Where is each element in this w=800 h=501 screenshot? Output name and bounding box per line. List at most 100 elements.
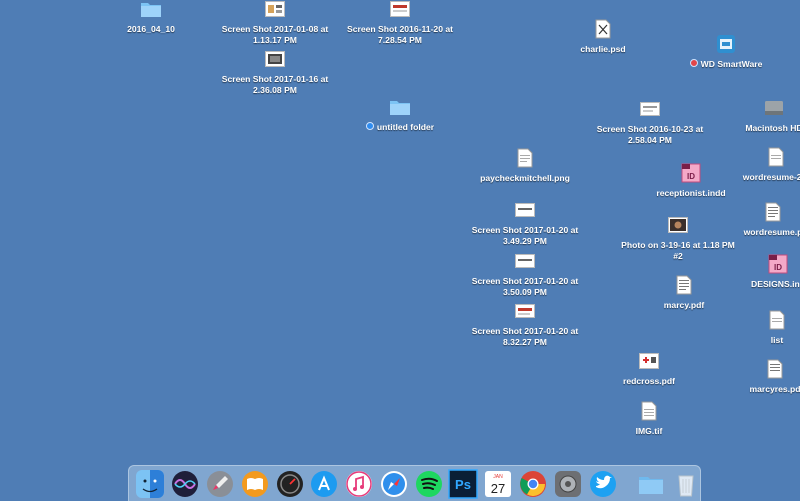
icon-label: untitled folder xyxy=(365,122,434,133)
document-icon xyxy=(763,144,789,170)
compass-icon xyxy=(380,470,407,497)
desktop-icon-screenshot-2017-01-16[interactable]: Screen Shot 2017-01-16 at 2.36.08 PM xyxy=(210,46,340,96)
desktop-icon-list[interactable]: list xyxy=(712,307,800,346)
dock-downloads-folder[interactable] xyxy=(636,468,666,500)
icon-label: Screen Shot 2017-01-20 at 8.32.27 PM xyxy=(471,326,579,347)
dock-spotify[interactable] xyxy=(414,468,444,500)
indesign-file-icon: ID xyxy=(765,251,791,277)
document-icon xyxy=(636,398,662,424)
document-icon xyxy=(764,307,790,333)
dock-chrome[interactable] xyxy=(518,468,548,500)
folder-icon xyxy=(138,0,164,22)
dock-photoshop[interactable]: Ps xyxy=(448,468,479,500)
bird-icon xyxy=(589,470,616,497)
dock-launchpad[interactable] xyxy=(205,468,235,500)
icon-label: DESIGNS.ind xyxy=(751,279,800,289)
icon-label: Screen Shot 2017-01-08 at 1.13.17 PM xyxy=(221,24,329,45)
dashboard-icon xyxy=(276,470,303,497)
document-icon xyxy=(512,145,538,171)
desktop-icon-marcyres-pdf[interactable]: marcyres.pd xyxy=(710,356,800,395)
icon-label: marcy.pdf xyxy=(663,300,705,310)
icon-label: Screen Shot 2016-10-23 at 2.58.04 PM xyxy=(596,124,704,145)
spotify-icon xyxy=(415,470,442,497)
desktop-icon-2016-04-10[interactable]: 2016_04_10 xyxy=(86,0,216,35)
blue-tag-icon xyxy=(365,122,374,130)
desktop-icon-screenshot-2017-01-20-350[interactable]: Screen Shot 2017-01-20 at 3.50.09 PM xyxy=(460,248,590,298)
book-icon xyxy=(241,470,268,497)
screenshot-thumbnail-icon xyxy=(262,0,288,22)
screenshot-thumbnail-icon xyxy=(637,96,663,122)
dock-twitter[interactable] xyxy=(588,468,618,500)
icon-label: WD SmartWare xyxy=(689,59,762,70)
dock-calendar[interactable]: JAN 27 xyxy=(483,468,513,500)
photoshop-icon: Ps xyxy=(448,468,479,499)
icon-label: paycheckmitchell.png xyxy=(480,173,570,183)
indesign-file-icon: ID xyxy=(678,160,704,186)
icon-label: list xyxy=(770,335,784,345)
app-store-icon xyxy=(311,470,338,497)
dock-siri[interactable] xyxy=(170,468,200,500)
trash-icon xyxy=(678,475,694,496)
music-note-icon xyxy=(346,470,373,497)
svg-text:Ps: Ps xyxy=(455,477,471,492)
dock-trash[interactable] xyxy=(671,468,701,500)
desktop-icon-img-tif[interactable]: IMG.tif xyxy=(584,398,714,437)
folder-icon xyxy=(387,94,413,120)
dock-app-store[interactable] xyxy=(309,468,339,500)
screenshot-thumbnail-icon xyxy=(262,46,288,72)
dock-safari[interactable] xyxy=(379,468,409,500)
svg-text:ID: ID xyxy=(774,263,782,272)
dock-itunes[interactable] xyxy=(344,468,374,500)
icon-label: Screen Shot 2017-01-16 at 2.36.08 PM xyxy=(221,74,329,95)
desktop-icon-redcross-pdf[interactable]: redcross.pdf xyxy=(584,348,714,387)
icon-label: 2016_04_10 xyxy=(127,24,175,34)
screenshot-thumbnail-icon xyxy=(387,0,413,22)
desktop-icon-screenshot-2016-11-20[interactable]: Screen Shot 2016-11-20 at 7.28.54 PM xyxy=(335,0,465,46)
desktop-icon-untitled-folder[interactable]: untitled folder xyxy=(335,94,465,133)
svg-text:JAN: JAN xyxy=(493,474,503,480)
desktop-icon-screenshot-2016-10-23[interactable]: Screen Shot 2016-10-23 at 2.58.04 PM xyxy=(585,96,715,146)
desktop-icon-charlie-psd[interactable]: charlie.psd xyxy=(538,16,668,55)
screenshot-thumbnail-icon xyxy=(512,298,538,324)
icon-label: Screen Shot 2017-01-20 at 3.49.29 PM xyxy=(471,225,579,246)
chrome-icon xyxy=(519,470,546,497)
psd-file-icon xyxy=(590,16,616,42)
desktop-icon-screenshot-2017-01-20-832[interactable]: Screen Shot 2017-01-20 at 8.32.27 PM xyxy=(460,298,590,348)
icon-label: Screen Shot 2017-01-20 at 3.50.09 PM xyxy=(471,276,579,297)
rocket-icon xyxy=(206,470,233,497)
dock-finder[interactable] xyxy=(135,468,165,500)
desktop[interactable]: 2016_04_10 Screen Shot 2017-01-08 at 1.1… xyxy=(0,0,800,501)
dock-dashboard[interactable] xyxy=(275,468,305,500)
calendar-icon: JAN 27 xyxy=(485,470,512,497)
siri-icon xyxy=(172,470,199,497)
desktop-icon-wd-smartware[interactable]: WD SmartWare xyxy=(661,31,791,70)
gear-icon xyxy=(554,470,581,497)
red-blue-tag-icon xyxy=(689,59,698,67)
photo-thumbnail-icon xyxy=(665,212,691,238)
dock-ibooks[interactable] xyxy=(240,468,270,500)
finder-icon xyxy=(136,469,165,498)
pdf-file-icon xyxy=(671,272,697,298)
pdf-file-icon xyxy=(762,356,788,382)
folder-icon xyxy=(639,476,664,494)
desktop-icon-paycheckmitchell-png[interactable]: paycheckmitchell.png xyxy=(460,145,590,184)
dock-system-preferences[interactable] xyxy=(553,468,583,500)
desktop-icon-screenshot-2017-01-08[interactable]: Screen Shot 2017-01-08 at 1.13.17 PM xyxy=(210,0,340,46)
icon-label: Screen Shot 2016-11-20 at 7.28.54 PM xyxy=(346,24,454,45)
icon-label: receptionist.indd xyxy=(656,188,726,198)
wd-smartware-app-icon xyxy=(713,31,739,57)
icon-label: IMG.tif xyxy=(635,426,663,436)
desktop-icon-wordresume-2[interactable]: wordresume-2.d xyxy=(711,144,800,183)
icon-label: wordresume.p xyxy=(743,227,800,237)
desktop-icon-screenshot-2017-01-20-349[interactable]: Screen Shot 2017-01-20 at 3.49.29 PM xyxy=(460,197,590,247)
redcross-pdf-icon xyxy=(636,348,662,374)
dock: Ps JAN 27 xyxy=(128,465,701,501)
screenshot-thumbnail-icon xyxy=(512,197,538,223)
pdf-file-icon xyxy=(760,199,786,225)
icon-label: marcyres.pd xyxy=(749,384,800,394)
hard-drive-icon xyxy=(761,95,787,121)
desktop-icon-marcy-pdf[interactable]: marcy.pdf xyxy=(619,272,749,311)
screenshot-thumbnail-icon xyxy=(512,248,538,274)
desktop-icon-macintosh-hd[interactable]: Macintosh HD xyxy=(709,95,800,134)
svg-text:ID: ID xyxy=(687,172,695,181)
